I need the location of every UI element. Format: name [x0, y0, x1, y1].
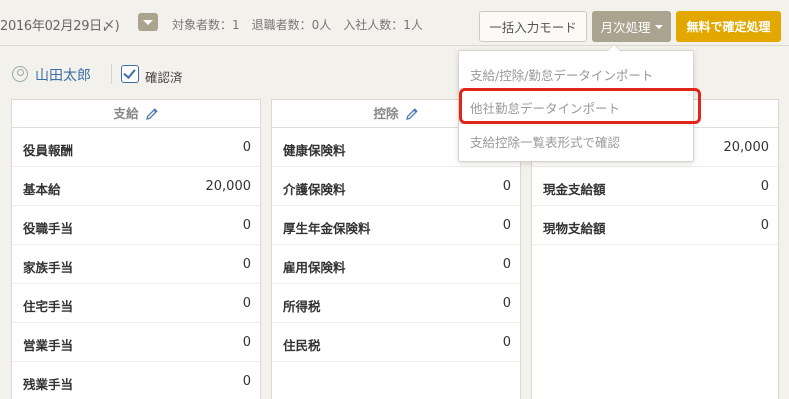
table-row[interactable]: 現金支給額 0 [532, 167, 778, 206]
row-label: 住宅手当 [23, 299, 74, 314]
table-row[interactable]: 雇用保険料 0 [272, 245, 520, 284]
row-value: 20,000 [723, 140, 770, 155]
row-label: 介護保険料 [283, 182, 346, 197]
pencil-icon[interactable] [145, 107, 159, 121]
payment-title: 支給 [113, 106, 139, 121]
chevron-down-icon [655, 25, 663, 29]
divider [111, 64, 112, 84]
row-label: 基本給 [23, 182, 61, 197]
table-row[interactable]: 所得税 0 [272, 284, 520, 323]
row-value: 0 [502, 257, 511, 272]
row-value: 0 [502, 296, 511, 311]
confirmed-label: 確認済 [145, 70, 183, 85]
deduction-title: 控除 [373, 106, 399, 121]
table-row[interactable]: 厚生年金保険料 0 [272, 206, 520, 245]
payment-panel-header: 支給 [12, 100, 260, 128]
row-value: 0 [242, 257, 251, 272]
row-label: 家族手当 [23, 260, 74, 275]
highlight-box [459, 88, 701, 124]
row-label: 営業手当 [23, 338, 74, 353]
top-bar: 2016年02月29日〆) 対象者数：1 退職者数：0人 入社人数：1人 一括入… [0, 0, 789, 46]
row-value: 0 [242, 296, 251, 311]
table-row[interactable]: 家族手当 0 [12, 245, 260, 284]
row-value: 20,000 [205, 179, 252, 194]
row-value: 0 [242, 140, 251, 155]
free-confirm-label: 無料で確定処理 [686, 20, 771, 34]
confirmed-checkbox[interactable] [121, 65, 139, 83]
date-dropdown-button[interactable] [138, 13, 158, 31]
free-confirm-button[interactable]: 無料で確定処理 [676, 11, 781, 42]
table-row[interactable]: 営業手当 0 [12, 323, 260, 362]
closing-date: 2016年02月29日〆) [0, 19, 120, 34]
table-row[interactable]: 現物支給額 0 [532, 206, 778, 245]
row-label: 住民税 [283, 338, 321, 353]
table-row[interactable]: 介護保険料 0 [272, 167, 520, 206]
row-value: 0 [760, 218, 769, 233]
row-value: 0 [242, 335, 251, 350]
row-label: 現物支給額 [543, 221, 606, 236]
row-label: 健康保険料 [283, 143, 346, 158]
row-value: 0 [760, 179, 769, 194]
table-row[interactable]: 住民税 0 [272, 323, 520, 362]
row-label: 残業手当 [23, 377, 74, 392]
row-value: 0 [502, 218, 511, 233]
menu-item-payroll-import[interactable]: 支給/控除/勤怠データインポート [470, 65, 653, 84]
row-label: 雇用保険料 [283, 260, 346, 275]
table-row[interactable]: 住宅手当 0 [12, 284, 260, 323]
row-value: 0 [242, 374, 251, 389]
row-label: 所得税 [283, 299, 321, 314]
employee-stats: 対象者数：1 退職者数：0人 入社人数：1人 [172, 18, 423, 32]
row-value: 0 [502, 335, 511, 350]
user-icon [12, 66, 28, 82]
employee-name-link[interactable]: 山田太郎 [35, 65, 91, 85]
row-value: 0 [242, 218, 251, 233]
table-row[interactable]: 役職手当 0 [12, 206, 260, 245]
table-row[interactable]: 基本給 20,000 [12, 167, 260, 206]
bulk-input-mode-label: 一括入力モード [489, 20, 577, 35]
monthly-process-label: 月次処理 [600, 20, 651, 35]
pencil-icon[interactable] [405, 107, 419, 121]
bulk-input-mode-button[interactable]: 一括入力モード [479, 11, 587, 42]
menu-item-list-view[interactable]: 支給控除一覧表形式で確認 [470, 132, 620, 151]
table-row[interactable]: 役員報酬 0 [12, 128, 260, 167]
table-row[interactable]: 残業手当 0 [12, 362, 260, 399]
row-value: 0 [502, 179, 511, 194]
row-label: 役員報酬 [23, 143, 74, 158]
row-label: 厚生年金保険料 [283, 221, 371, 236]
monthly-process-button[interactable]: 月次処理 [592, 11, 671, 42]
row-label: 役職手当 [23, 221, 74, 236]
row-label: 現金支給額 [543, 182, 606, 197]
payment-panel: 支給 役員報酬 0 基本給 20,000 役職手当 0 家族手当 0 住宅手当 0 営業手… [11, 99, 261, 399]
